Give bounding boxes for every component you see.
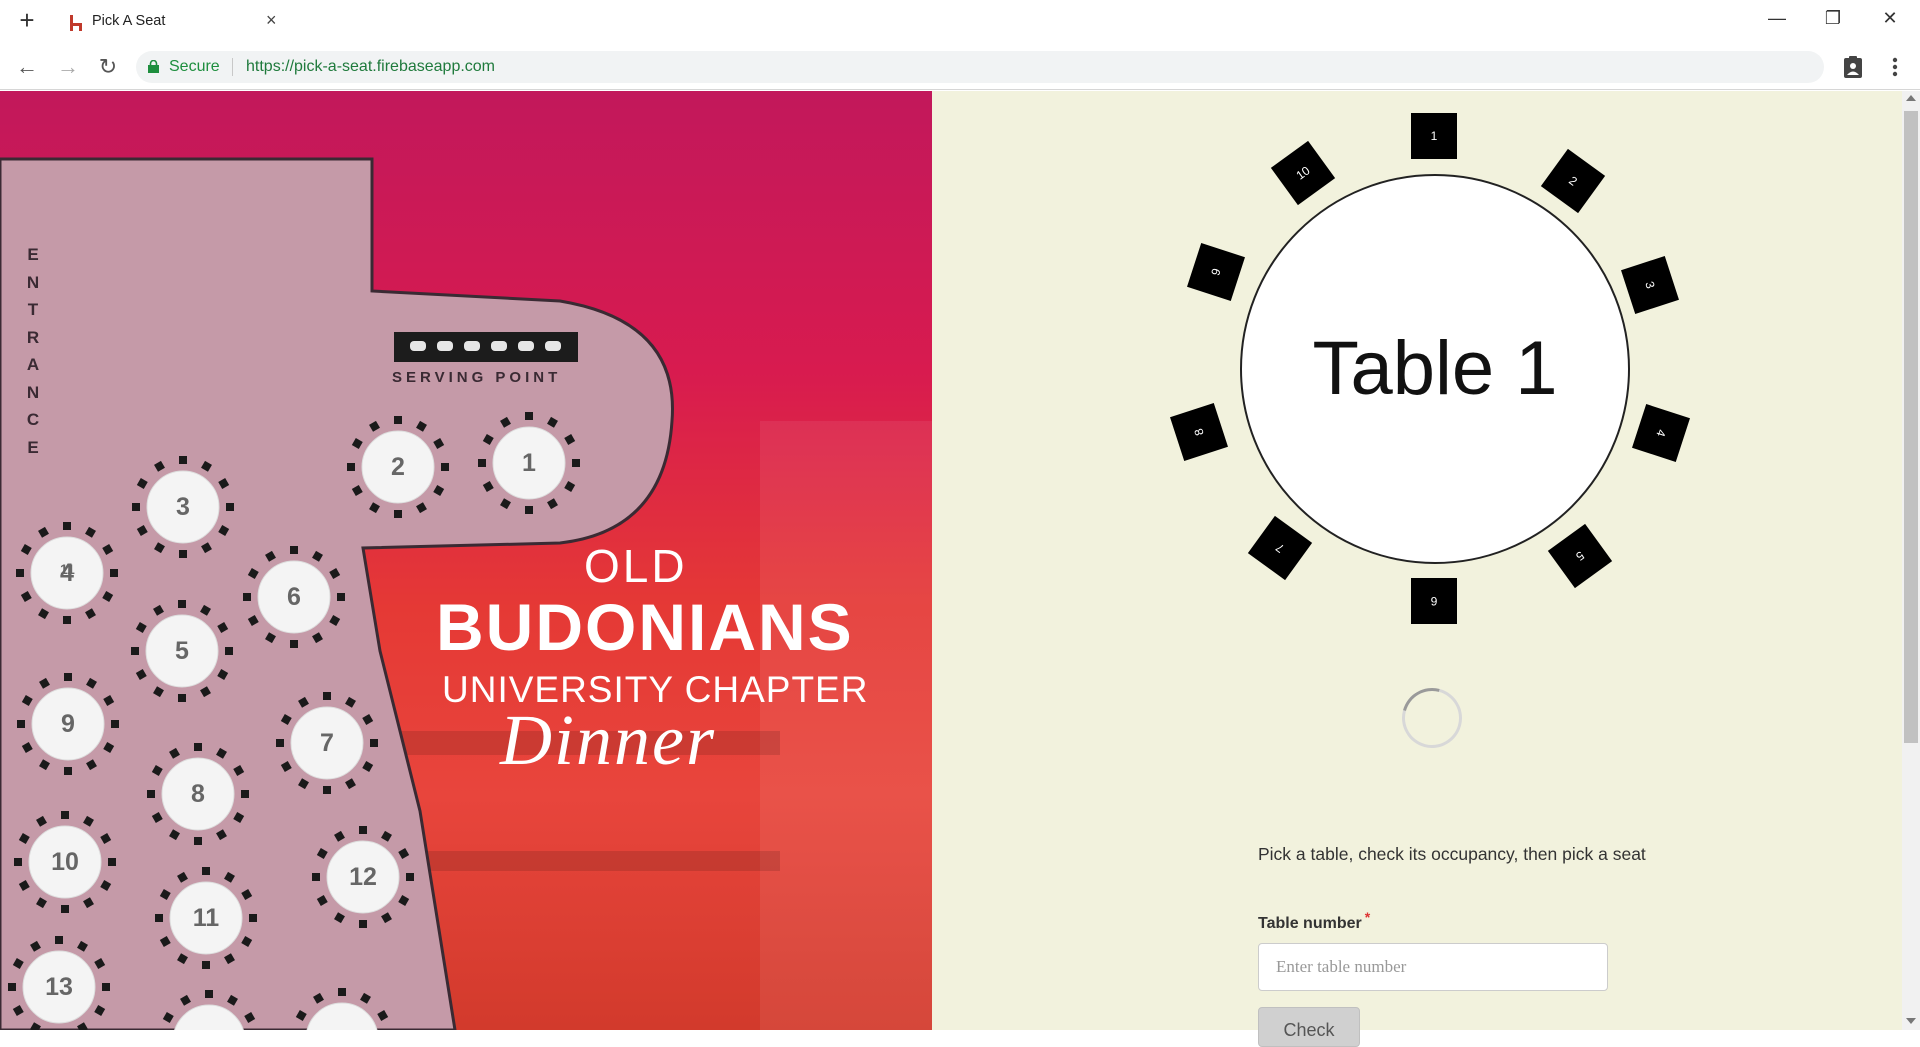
chair-mark [338, 988, 346, 996]
close-window-icon[interactable]: ✕ [1875, 8, 1905, 29]
seat-1[interactable]: 1 [1411, 113, 1457, 159]
chair-mark [360, 992, 371, 1004]
restore-icon[interactable]: ❐ [1818, 8, 1848, 29]
poster-table-partial [154, 986, 264, 1030]
reload-icon[interactable]: ↻ [93, 52, 123, 82]
serving-point-counter [394, 332, 578, 362]
profile-icon[interactable] [1840, 54, 1866, 80]
poster-table-8: 8 [143, 739, 253, 849]
new-tab-button[interactable]: + [14, 7, 40, 34]
serving-point-label: SERVING POINT [392, 369, 562, 386]
back-icon[interactable]: ← [12, 52, 42, 82]
title-budonians: BUDONIANS [436, 590, 854, 664]
table-top [306, 1002, 378, 1030]
forward-icon[interactable]: → [53, 52, 83, 82]
tab-title: Pick A Seat [92, 13, 166, 29]
table-diagram: Table 1 [1240, 174, 1630, 564]
table-top [174, 1004, 244, 1030]
scroll-thumb[interactable] [1904, 111, 1918, 743]
overlap-label: 11 [60, 561, 75, 577]
poster-table-12: 12 [308, 822, 418, 932]
poster-table-10: 10 [10, 807, 120, 917]
chair-mark [313, 992, 324, 1004]
address-bar[interactable]: Secure https://pick-a-seat.firebaseapp.c… [136, 51, 1824, 83]
scrollbar[interactable] [1902, 91, 1920, 1030]
separator [232, 58, 233, 76]
scroll-up-icon[interactable] [1906, 95, 1916, 101]
chair-mark [377, 1010, 389, 1021]
entrance-label: EN TR AN CE [26, 245, 40, 457]
chair-mark [244, 1012, 256, 1023]
title-bar: + Pick A Seat × — ❐ ✕ [0, 0, 1920, 44]
menu-icon[interactable] [1882, 54, 1908, 80]
check-button[interactable]: Check [1258, 1007, 1360, 1047]
chair-mark [295, 1010, 307, 1021]
poster-table-9: 9 [13, 669, 123, 779]
poster-table-3: 3 [128, 452, 238, 562]
poster-table-6: 6 [239, 542, 349, 652]
poster-table-1: 1 [474, 408, 584, 518]
chair-mark [162, 1012, 174, 1023]
round-table-graphic [162, 990, 256, 1030]
scroll-down-icon[interactable] [1906, 1018, 1916, 1024]
url-text[interactable]: https://pick-a-seat.firebaseapp.com [246, 58, 495, 76]
table-diagram-label: Table 1 [1312, 326, 1558, 411]
chair-mark [205, 990, 213, 998]
poster-table-2: 2 [343, 412, 453, 522]
event-floorplan-poster: EN TR AN CE SERVING POINT 1 2 3 4 5 6 7 … [0, 91, 932, 1030]
minimize-icon[interactable]: — [1762, 8, 1792, 29]
title-dinner: Dinner [500, 700, 716, 780]
poster-table-partial [287, 984, 397, 1030]
poster-table-11: 11 [151, 863, 261, 973]
chair-mark [227, 994, 238, 1006]
instructions-text: Pick a table, check its occupancy, then … [1258, 844, 1646, 864]
round-table-graphic [295, 988, 389, 1030]
lock-icon [148, 60, 159, 73]
poster-table-5: 5 [127, 596, 237, 706]
table-number-label: Table number * [1258, 909, 1371, 932]
table-number-input[interactable] [1258, 943, 1608, 991]
browser-toolbar: ← → ↻ Secure https://pick-a-seat.firebas… [0, 44, 1920, 90]
chair-icon [70, 15, 82, 31]
poster-table-7: 7 [272, 688, 382, 798]
poster-table-13: 13 [4, 932, 114, 1030]
browser-tab[interactable]: Pick A Seat × [52, 6, 292, 44]
chair-mark [180, 994, 191, 1006]
seat-6[interactable]: 6 [1411, 578, 1457, 624]
secure-label: Secure [169, 58, 220, 75]
tab-close-icon[interactable]: × [266, 10, 277, 31]
title-old: OLD [584, 540, 688, 592]
